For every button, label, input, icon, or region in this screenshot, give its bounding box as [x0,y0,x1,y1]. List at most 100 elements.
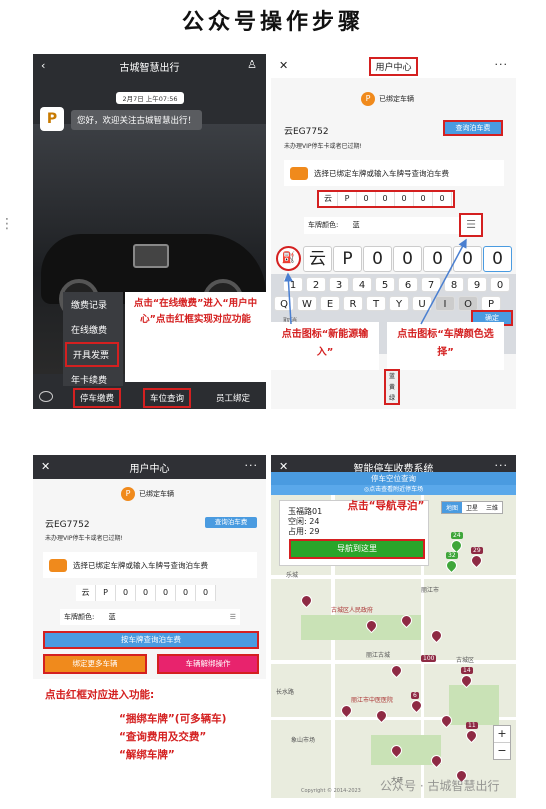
bind-more-button[interactable]: 绑定更多车辆 [43,654,147,674]
user-icon[interactable]: ♙ [247,58,258,71]
parking-pin[interactable] [463,727,480,744]
parking-pin[interactable] [338,702,355,719]
parking-pin[interactable] [448,537,465,554]
note-item: “解绑车牌” [119,749,175,761]
note-chat-text: 点击“在线缴费”进入“用户中心”点击红框实现对应功能 [133,298,258,325]
uc2-title: 用户中心 [129,463,170,475]
keyboard-icon[interactable] [39,391,53,402]
place-label: 丽江市中医医院 [351,697,394,704]
color-value: 蓝 [108,613,116,621]
plate-char: 0 [196,585,216,601]
tab-parking-pay[interactable]: 停车缴费 [73,388,122,408]
query-by-plate-label: 按车牌查询泊车费 [121,635,181,644]
page-title: 公众号操作步骤 [181,9,364,35]
color-select-icon[interactable]: ☰ [230,609,236,625]
parking-pin[interactable] [428,627,445,644]
place-label: 古城区 [456,657,475,664]
panel-user-center-keyboard: ✕ 用户中心 ··· P 已绑定车辆 云EG7752 查询泊车费 未办理VIP停… [271,54,516,409]
tab-space-query[interactable]: 车位查询 [143,388,192,408]
panel-user-center: ✕ 用户中心 ··· P 已绑定车辆 云EG7752 查询泊车费 未办理VIP停… [33,455,266,798]
lot-used: 占用: 29 [288,527,320,536]
note-chat: 点击“在线缴费”进入“用户中心”点击红框实现对应功能 [125,292,266,382]
pin-count: 32 [446,552,458,559]
pin-count: 24 [451,532,463,539]
navigate-label: 导航到这里 [337,544,377,553]
p-icon: P [121,487,135,501]
plate-char: 0 [156,585,176,601]
lot-free: 空闲: 24 [288,517,320,526]
select-card: 选择已绑定车牌或输入车牌号查询泊车费 [43,552,257,578]
pin-count: 100 [421,655,437,662]
parking-pin[interactable] [388,662,405,679]
pin-count: 6 [411,692,419,699]
chat-title: 古城智慧出行 [119,62,180,74]
chat-time: 2月7日 上午07:56 [116,92,184,104]
locate-nearby[interactable]: ◎点击查看附近停车场 [271,485,516,495]
plate-input[interactable]: 云P00000 [76,585,216,601]
note-navigate-text: 点击“导航寻泊” [347,500,425,512]
pin-count: 14 [461,667,473,674]
place-label: 象山市场 [291,737,316,744]
back-icon[interactable]: ‹ [41,59,45,72]
map-type[interactable]: 三维 [482,502,502,513]
parking-pin[interactable] [373,707,390,724]
unbind-label: 车辆解绑操作 [185,659,231,668]
color-label: 车牌颜色: [64,613,95,621]
parking-pin[interactable] [443,557,460,574]
panel-map: ✕ 智能停车收费系统 ··· 停车空位查询 ◎点击查看附近停车场 地图 卫星 三… [271,455,516,798]
menu-item-invoice[interactable]: 开具发票 [65,342,119,367]
navigate-button[interactable]: 导航到这里 [289,539,425,559]
tab-space-query[interactable]: 停车空位查询 [271,472,516,485]
car-icon [49,558,67,572]
more-icon[interactable]: ··· [495,459,509,472]
unbind-button[interactable]: 车辆解绑操作 [157,654,259,674]
zoom-in-button[interactable]: + [494,726,510,742]
watermark: 公众号 · 古城智慧出行 [380,779,500,793]
place-label: 乐城 [286,572,299,579]
select-text: 选择已绑定车牌或输入车牌号查询泊车费 [73,560,208,570]
query-by-plate-button[interactable]: 按车牌查询泊车费 [43,631,259,649]
note-navigate: 点击“导航寻泊” [341,499,431,513]
bind-more-label: 绑定更多车辆 [72,659,118,668]
plate-char: P [96,585,116,601]
menu-item-pay[interactable]: 在线缴费 [63,317,123,342]
plate-number: 云EG7752 [45,520,90,530]
plate-char: 0 [136,585,156,601]
place-label: 长水路 [276,689,295,696]
menu-popup: 缴费记录 在线缴费 开具发票 年卡续费 [63,292,123,392]
bound-badge: P 已绑定车辆 [121,487,174,501]
pin-count: 11 [466,722,478,729]
zoom-out-button[interactable]: − [494,742,510,759]
plate-char: 0 [176,585,196,601]
plate-char: 0 [116,585,136,601]
side-dots: ⋮ [0,216,14,232]
tab-staff-bind[interactable]: 员工绑定 [216,392,250,404]
vip-expired: 未办理VIP停车卡或者已过期! [45,535,123,542]
note-buttons: 点击红框对应进入功能: “捆绑车牌”(可多辆车) “查询费用及交费” “解绑车牌… [33,679,266,798]
pin-count: 29 [471,547,483,554]
more-icon[interactable]: ··· [245,459,259,472]
place-label: 古城区人民政府 [331,607,374,614]
note-item: “捆绑车牌”(可多辆车) [119,713,227,725]
panel-chat: ‹ 古城智慧出行 ♙ 2月7日 上午07:56 P 您好，欢迎关注古城智慧出行！… [33,54,266,409]
parking-pin[interactable] [298,592,315,609]
chat-header: ‹ 古城智慧出行 ♙ [33,54,266,78]
welcome-bubble: 您好，欢迎关注古城智慧出行！ [71,110,203,130]
annotation-arrows [283,238,467,325]
parking-pin[interactable] [468,552,485,569]
uc2-header: ✕ 用户中心 ··· [33,455,266,479]
note-item: “查询费用及交费” [119,731,207,743]
query-fee-button[interactable]: 查询泊车费 [205,517,257,528]
map-type[interactable]: 卫星 [462,502,482,513]
color-row: 车牌颜色: 蓝 ☰ [60,609,240,625]
map-type-toggle: 地图 卫星 三维 [441,501,504,514]
map-type[interactable]: 地图 [442,502,463,513]
bound-text: 已绑定车辆 [139,490,174,498]
bot-avatar: P [40,107,64,131]
menu-item-records[interactable]: 缴费记录 [63,292,123,317]
place-label: 丽江市 [421,587,440,594]
chat-tabbar: 停车缴费 车位查询 员工绑定 [33,386,266,409]
close-icon[interactable]: ✕ [41,460,50,473]
plate-char: 云 [76,585,96,601]
zoom-control: + − [493,725,511,760]
